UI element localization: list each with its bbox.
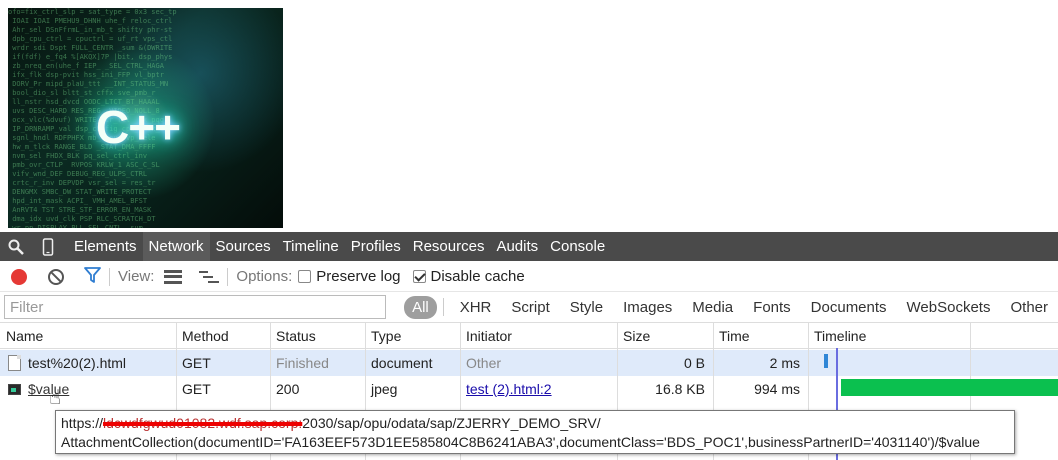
preserve-log-label[interactable]: Preserve log <box>316 268 400 285</box>
initiator-link[interactable]: test (2).html:2 <box>466 381 552 397</box>
status-cell: 200 <box>276 381 300 397</box>
image-file-icon <box>8 383 21 395</box>
device-mode-icon[interactable] <box>32 232 64 261</box>
filter-type-images[interactable]: Images <box>623 299 672 316</box>
column-header-method[interactable]: Method <box>176 323 270 348</box>
method-cell: GET <box>182 381 211 397</box>
image-preview: ofo=fix_ctrl_slp = sat_type = 0x3 sec_tp… <box>8 8 283 228</box>
tooltip-url-path: 2030/sap/opu/odata/sap/ZJERRY_DEMO_SRV/ <box>302 415 601 431</box>
timeline-bar-jpeg <box>841 379 1058 396</box>
cpp-logo: C++ <box>96 101 181 153</box>
disable-cache-checkbox[interactable] <box>412 270 426 283</box>
tab-elements[interactable]: Elements <box>68 232 143 261</box>
filter-bar: All XHR Script Style Images Media Fonts … <box>0 292 1058 322</box>
clear-button[interactable] <box>48 268 64 285</box>
column-header-time[interactable]: Time <box>713 323 808 348</box>
large-rows-view-icon[interactable] <box>164 269 183 284</box>
options-label: Options: <box>236 268 293 285</box>
tab-timeline[interactable]: Timeline <box>277 232 345 261</box>
table-row[interactable]: test%20(2).html GET Finished document Ot… <box>0 350 1058 376</box>
table-header: Name Method Status Type Initiator Size T… <box>0 323 1058 349</box>
column-header-initiator[interactable]: Initiator <box>460 323 617 348</box>
document-icon <box>8 355 21 371</box>
filter-type-style[interactable]: Style <box>570 299 603 316</box>
toolbar-divider <box>227 267 229 286</box>
tooltip-url-prefix: https:// <box>61 415 104 431</box>
filter-divider <box>442 298 444 316</box>
status-cell: Finished <box>276 355 329 371</box>
name-cell[interactable]: test%20(2).html <box>0 350 176 376</box>
tab-sources[interactable]: Sources <box>210 232 277 261</box>
hand-cursor-icon: ☝ <box>49 387 62 409</box>
column-header-status[interactable]: Status <box>270 323 365 348</box>
url-tooltip: https://ldcwdfgwud01082.wdf.sap.corp:203… <box>55 410 1015 454</box>
devtools-tab-bar: Elements Network Sources Timeline Profil… <box>0 232 1058 261</box>
size-cell: 16.8 KB <box>655 381 705 397</box>
filter-type-xhr[interactable]: XHR <box>460 299 492 316</box>
filter-type-websockets[interactable]: WebSockets <box>907 299 991 316</box>
initiator-cell: test (2).html:2 <box>460 376 617 402</box>
tooltip-url-query: AttachmentCollection(documentID='FA163EE… <box>61 434 980 450</box>
column-header-type[interactable]: Type <box>365 323 460 348</box>
filter-input[interactable] <box>4 295 387 319</box>
timeline-bar-document <box>824 354 828 368</box>
inspect-search-icon[interactable] <box>0 232 32 261</box>
filter-type-other[interactable]: Other <box>1010 299 1048 316</box>
preserve-log-checkbox[interactable] <box>298 270 312 283</box>
tab-audits[interactable]: Audits <box>490 232 544 261</box>
overview-view-icon[interactable] <box>199 270 220 284</box>
filter-type-script[interactable]: Script <box>511 299 549 316</box>
view-label: View: <box>118 268 155 285</box>
toolbar-divider <box>109 267 110 286</box>
time-cell: 2 ms <box>769 355 800 371</box>
tab-console[interactable]: Console <box>544 232 611 261</box>
filter-type-documents[interactable]: Documents <box>811 299 887 316</box>
name-cell[interactable]: $value <box>0 376 176 402</box>
filter-type-all[interactable]: All <box>404 295 437 319</box>
method-cell: GET <box>182 355 211 371</box>
record-button[interactable] <box>11 268 27 285</box>
size-cell: 0 B <box>683 355 705 371</box>
request-name[interactable]: test%20(2).html <box>28 355 126 371</box>
type-cell: document <box>371 355 433 371</box>
column-header-name[interactable]: Name <box>0 323 176 348</box>
filter-funnel-icon[interactable] <box>84 267 101 286</box>
disable-cache-label[interactable]: Disable cache <box>431 268 525 285</box>
tab-network[interactable]: Network <box>142 232 210 261</box>
filter-type-media[interactable]: Media <box>692 299 733 316</box>
filter-type-fonts[interactable]: Fonts <box>753 299 791 316</box>
tooltip-url-redacted-host: ldcwdfgwud01082.wdf.sap.corp: <box>103 415 303 431</box>
initiator-cell: Other <box>466 355 502 371</box>
tab-resources[interactable]: Resources <box>407 232 491 261</box>
column-header-timeline[interactable]: Timeline <box>808 323 1058 348</box>
network-toolbar: View: Options: Preserve log Disable cach… <box>0 262 1058 292</box>
column-header-size[interactable]: Size <box>617 323 713 348</box>
tab-profiles[interactable]: Profiles <box>345 232 407 261</box>
time-cell: 994 ms <box>754 381 800 397</box>
type-cell: jpeg <box>371 381 398 397</box>
